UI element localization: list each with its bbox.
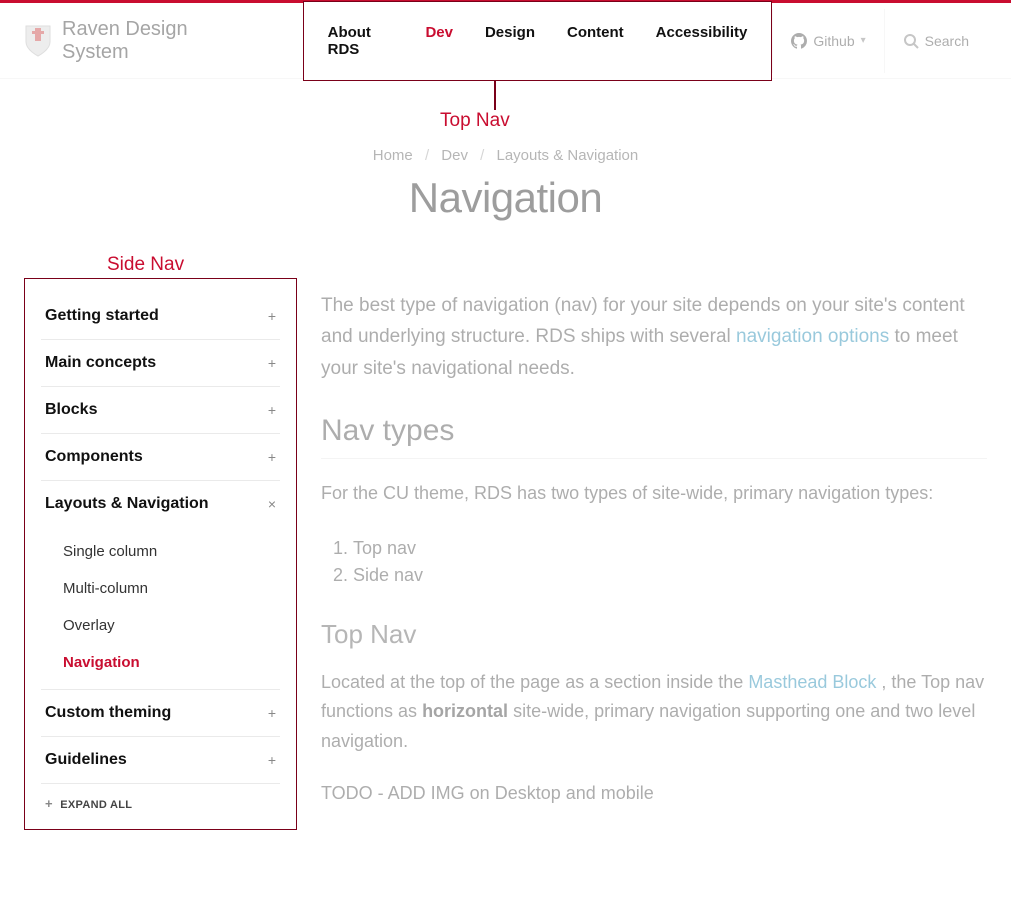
breadcrumb-sep: / <box>480 147 484 164</box>
bold-text: horizontal <box>422 701 508 721</box>
sidenav-item-components[interactable]: Components + <box>41 434 280 481</box>
sidenav-sub-overlay[interactable]: Overlay <box>63 607 280 644</box>
sidenav-sub-single-column[interactable]: Single column <box>63 533 280 570</box>
sidenav-submenu: Single column Multi-column Overlay Navig… <box>41 527 280 690</box>
sidenav-item-layouts-navigation[interactable]: Layouts & Navigation × <box>41 481 280 527</box>
brand-name: Raven Design System <box>62 18 253 64</box>
list-item: Top nav <box>353 535 987 562</box>
sidenav-item-blocks[interactable]: Blocks + <box>41 387 280 434</box>
search-icon <box>903 33 919 49</box>
sidenav-item-label: Main concepts <box>45 354 156 372</box>
search-button[interactable]: Search <box>884 9 987 73</box>
breadcrumb-item[interactable]: Dev <box>441 147 468 164</box>
plus-icon: + <box>268 355 276 371</box>
sidenav-item-guidelines[interactable]: Guidelines + <box>41 737 280 784</box>
close-icon: × <box>268 496 276 512</box>
plus-icon: + <box>268 402 276 418</box>
sidenav-item-custom-theming[interactable]: Custom theming + <box>41 690 280 737</box>
plus-icon: + <box>45 796 53 811</box>
topnav-item-accessibility[interactable]: Accessibility <box>656 24 748 58</box>
chevron-down-icon: ▾ <box>861 35 866 46</box>
topnav-heading: Top Nav <box>321 619 987 650</box>
topnav-item-content[interactable]: Content <box>567 24 624 58</box>
nav-types-list: Top nav Side nav <box>325 535 987 589</box>
annotation-topnav-label: Top Nav <box>440 110 510 132</box>
brand[interactable]: Raven Design System <box>24 18 253 64</box>
nav-types-heading: Nav types <box>321 414 987 459</box>
sidenav-item-label: Getting started <box>45 307 159 325</box>
nav-types-paragraph: For the CU theme, RDS has two types of s… <box>321 479 987 509</box>
sidenav-item-getting-started[interactable]: Getting started + <box>41 293 280 340</box>
expand-all-button[interactable]: + EXPAND ALL <box>41 784 280 813</box>
breadcrumb-area: Home / Dev / Layouts & Navigation Naviga… <box>0 79 1011 222</box>
intro-paragraph: The best type of navigation (nav) for yo… <box>321 290 987 384</box>
content-wrap: Getting started + Main concepts + Blocks… <box>0 278 1011 854</box>
text: Located at the top of the page as a sect… <box>321 672 748 692</box>
topnav-paragraph: Located at the top of the page as a sect… <box>321 668 987 757</box>
top-nav: About RDS Dev Design Content Accessibili… <box>303 1 773 81</box>
masthead-block-link[interactable]: Masthead Block <box>748 672 876 692</box>
github-label: Github <box>813 33 854 49</box>
sidenav-item-label: Layouts & Navigation <box>45 495 209 513</box>
shield-logo-icon <box>24 24 52 58</box>
sidenav-item-label: Blocks <box>45 401 97 419</box>
todo-note: TODO - ADD IMG on Desktop and mobile <box>321 779 987 809</box>
sidenav-item-label: Components <box>45 448 143 466</box>
expand-all-label: EXPAND ALL <box>60 799 132 811</box>
sidenav-item-main-concepts[interactable]: Main concepts + <box>41 340 280 387</box>
annotation-topnav-line <box>494 80 496 110</box>
topnav-item-design[interactable]: Design <box>485 24 535 58</box>
sidenav-item-label: Guidelines <box>45 751 127 769</box>
side-nav: Getting started + Main concepts + Blocks… <box>24 278 297 830</box>
annotation-sidenav-label: Side Nav <box>107 254 184 276</box>
plus-icon: + <box>268 308 276 324</box>
breadcrumb-item[interactable]: Layouts & Navigation <box>496 147 638 164</box>
navigation-options-link[interactable]: navigation options <box>736 326 889 347</box>
search-label: Search <box>925 33 969 49</box>
github-icon <box>791 33 807 49</box>
breadcrumb-item[interactable]: Home <box>373 147 413 164</box>
plus-icon: + <box>268 752 276 768</box>
topnav-item-dev[interactable]: Dev <box>425 24 453 58</box>
main-content: The best type of navigation (nav) for yo… <box>321 278 987 830</box>
list-item: Side nav <box>353 562 987 589</box>
page-title: Navigation <box>0 174 1011 222</box>
sidenav-sub-multi-column[interactable]: Multi-column <box>63 570 280 607</box>
topnav-item-about[interactable]: About RDS <box>328 24 394 58</box>
header: Raven Design System About RDS Dev Design… <box>0 3 1011 79</box>
plus-icon: + <box>268 449 276 465</box>
breadcrumb: Home / Dev / Layouts & Navigation <box>0 147 1011 164</box>
sidenav-sub-navigation[interactable]: Navigation <box>63 644 280 681</box>
github-button[interactable]: Github ▾ <box>772 9 883 73</box>
plus-icon: + <box>268 705 276 721</box>
header-right: Github ▾ Search <box>772 9 987 73</box>
sidenav-item-label: Custom theming <box>45 704 171 722</box>
breadcrumb-sep: / <box>425 147 429 164</box>
